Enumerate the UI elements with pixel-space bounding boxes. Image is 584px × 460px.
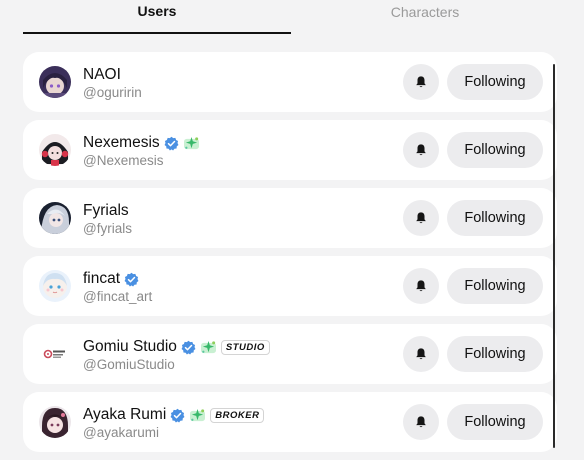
user-handle: @oguririn: [83, 85, 142, 100]
tab-bar: Users Characters: [0, 0, 584, 36]
user-row[interactable]: Gomiu Studio STUDIO @GomiuStudio Following: [23, 324, 557, 384]
role-tag: BROKER: [210, 407, 265, 423]
following-list: NAOI @oguririn Following Nexemesis @Nexemesi…: [23, 52, 557, 460]
following-button[interactable]: Following: [447, 404, 543, 440]
verified-check-icon: [170, 408, 185, 423]
user-row[interactable]: Nexemesis @Nexemesis Following: [23, 120, 557, 180]
notification-bell-button[interactable]: [403, 64, 439, 100]
following-button[interactable]: Following: [447, 268, 543, 304]
avatar[interactable]: [39, 270, 71, 302]
name-line: Ayaka Rumi BROKER: [83, 405, 265, 425]
name-line: Nexemesis: [83, 133, 200, 153]
sparkle-badge-icon: [200, 340, 217, 355]
verified-check-icon: [124, 272, 139, 287]
user-name[interactable]: Nexemesis: [83, 134, 160, 152]
user-name[interactable]: Ayaka Rumi: [83, 406, 166, 424]
notification-bell-button[interactable]: [403, 336, 439, 372]
avatar[interactable]: [39, 406, 71, 438]
user-handle: @GomiuStudio: [83, 357, 175, 372]
verified-check-icon: [164, 136, 179, 151]
scrollbar[interactable]: [553, 64, 555, 448]
following-button[interactable]: Following: [447, 336, 543, 372]
notification-bell-button[interactable]: [403, 200, 439, 236]
user-handle: @ayakarumi: [83, 425, 159, 440]
user-name[interactable]: Fyrials: [83, 202, 129, 220]
user-row[interactable]: fincat @fincat_art Following: [23, 256, 557, 316]
user-row[interactable]: Fyrials @fyrials Following: [23, 188, 557, 248]
active-tab-indicator: [23, 32, 291, 34]
avatar[interactable]: [39, 66, 71, 98]
verified-check-icon: [181, 340, 196, 355]
sparkle-badge-icon: [183, 136, 200, 151]
avatar[interactable]: [39, 134, 71, 166]
name-line: NAOI: [83, 65, 121, 85]
user-row[interactable]: NAOI @oguririn Following: [23, 52, 557, 112]
user-row[interactable]: Ayaka Rumi BROKER @ayakarumi Following: [23, 392, 557, 452]
name-line: fincat: [83, 269, 139, 289]
user-name[interactable]: fincat: [83, 270, 120, 288]
role-tag: STUDIO: [220, 339, 270, 355]
bell-icon: [414, 75, 428, 89]
user-name[interactable]: NAOI: [83, 66, 121, 84]
notification-bell-button[interactable]: [403, 268, 439, 304]
notification-bell-button[interactable]: [403, 404, 439, 440]
following-button[interactable]: Following: [447, 200, 543, 236]
sparkle-badge-icon: [189, 408, 206, 423]
user-name[interactable]: Gomiu Studio: [83, 338, 177, 356]
bell-icon: [414, 347, 428, 361]
user-handle: @Nexemesis: [83, 153, 164, 168]
avatar[interactable]: [39, 202, 71, 234]
notification-bell-button[interactable]: [403, 132, 439, 168]
bell-icon: [414, 211, 428, 225]
user-handle: @fyrials: [83, 221, 132, 236]
user-handle: @fincat_art: [83, 289, 153, 304]
bell-icon: [414, 415, 428, 429]
tab-users[interactable]: Users: [23, 0, 291, 28]
name-line: Gomiu Studio STUDIO: [83, 337, 270, 357]
bell-icon: [414, 143, 428, 157]
following-button[interactable]: Following: [447, 64, 543, 100]
name-line: Fyrials: [83, 201, 129, 221]
following-button[interactable]: Following: [447, 132, 543, 168]
avatar[interactable]: [39, 338, 71, 370]
bell-icon: [414, 279, 428, 293]
tab-characters[interactable]: Characters: [291, 0, 559, 29]
